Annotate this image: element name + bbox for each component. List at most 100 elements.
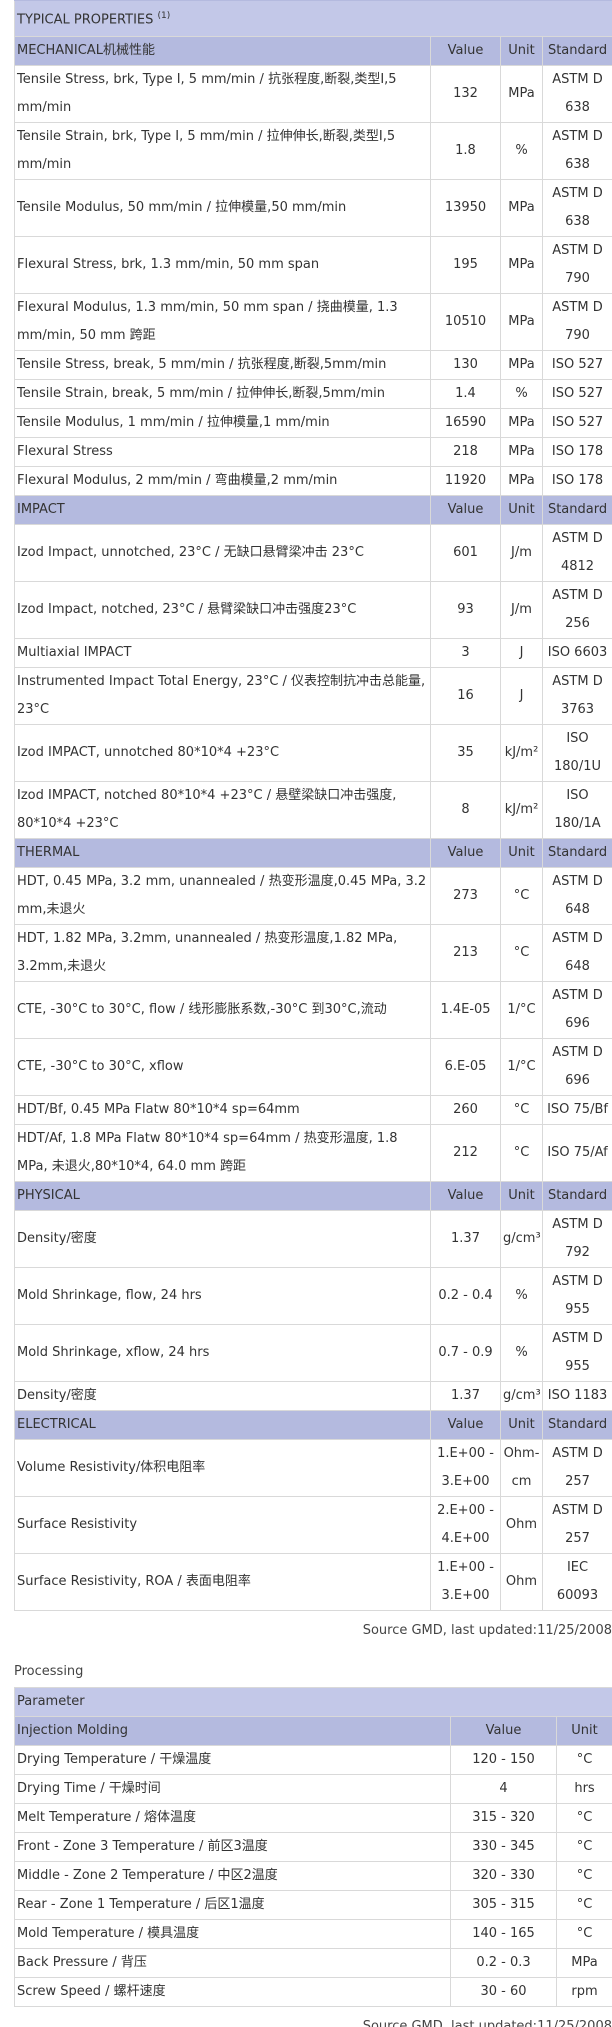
property-value: 8: [430, 781, 501, 839]
section-name: PHYSICAL: [14, 1181, 431, 1211]
property-unit: Ohm-cm: [500, 1439, 543, 1497]
property-unit: Ohm: [500, 1553, 543, 1611]
property-standard: ASTM D 790: [541, 293, 612, 351]
property-value: 16: [430, 667, 501, 725]
property-name: Surface Resistivity: [14, 1496, 431, 1554]
property-row: CTE, -30°C to 30°C, xflow 6.E-05 1/°C ASTM …: [14, 1038, 612, 1096]
property-name: Density/密度: [14, 1210, 431, 1268]
property-name: Density/密度: [14, 1381, 431, 1411]
parameter-name: Drying Time / 干燥时间: [14, 1774, 451, 1804]
property-unit: J: [500, 638, 543, 668]
property-row: Tensile Strain, brk, Type I, 5 mm/min / …: [14, 122, 612, 180]
processing-heading: Processing: [14, 1664, 84, 1679]
property-row: Density/密度 1.37 g/cm³ ASTM D 792: [14, 1210, 612, 1268]
property-standard: ISO 180/1A: [541, 781, 612, 839]
parameter-name: Screw Speed / 螺杆速度: [14, 1977, 451, 2007]
parameter-value: 120 - 150: [450, 1745, 557, 1775]
property-value: 218: [430, 437, 501, 467]
property-standard: ASTM D 3763: [541, 667, 612, 725]
property-unit: MPa: [500, 179, 543, 237]
parameter-unit: °C: [555, 1919, 612, 1949]
property-standard: ASTM D 648: [541, 924, 612, 982]
property-row: Volume Resistivity/体积电阻率 1.E+00 - 3.E+00 O…: [14, 1439, 612, 1497]
property-unit: kJ/m²: [500, 781, 543, 839]
property-standard: ISO 178: [541, 437, 612, 467]
property-standard: ISO 1183: [541, 1381, 612, 1411]
property-name: Tensile Strain, brk, Type I, 5 mm/min / …: [14, 122, 431, 180]
value-header: Value: [430, 495, 501, 525]
property-value: 0.7 - 0.9: [430, 1324, 501, 1382]
property-row: Tensile Strain, break, 5 mm/min / 拉伸伸长,断…: [14, 379, 612, 409]
property-value: 130: [430, 350, 501, 380]
property-value: 93: [430, 581, 501, 639]
property-standard: ASTM D 790: [541, 236, 612, 294]
section-header: THERMAL Value Unit Standard: [14, 838, 612, 868]
property-name: Izod Impact, notched, 23°C / 悬臂梁缺口冲击强度23…: [14, 581, 431, 639]
property-row: Flexural Stress 218 MPa ISO 178: [14, 437, 612, 467]
property-unit: %: [500, 379, 543, 409]
processing-row: Back Pressure / 背压 0.2 - 0.3 MPa: [14, 1948, 612, 1978]
property-name: Tensile Stress, brk, Type I, 5 mm/min / …: [14, 65, 431, 123]
property-row: Izod Impact, notched, 23°C / 悬臂梁缺口冲击强度23…: [14, 581, 612, 639]
section-name: ELECTRICAL: [14, 1410, 431, 1440]
properties-source: Source GMD, last updated:11/25/2008: [362, 1623, 612, 1638]
property-name: Izod IMPACT, unnotched 80*10*4 +23°C: [14, 724, 431, 782]
property-unit: %: [500, 122, 543, 180]
parameter-value: 4: [450, 1774, 557, 1804]
property-name: Izod Impact, unnotched, 23°C / 无缺口悬臂梁冲击 …: [14, 524, 431, 582]
property-standard: ASTM D 256: [541, 581, 612, 639]
processing-row: Melt Temperature / 熔体温度 315 - 320 °C: [14, 1803, 612, 1833]
property-standard: ASTM D 955: [541, 1324, 612, 1382]
property-row: Izod Impact, unnotched, 23°C / 无缺口悬臂梁冲击 …: [14, 524, 612, 582]
parameter-value: 30 - 60: [450, 1977, 557, 2007]
property-value: 0.2 - 0.4: [430, 1267, 501, 1325]
processing-row: Screw Speed / 螺杆速度 30 - 60 rpm: [14, 1977, 612, 2007]
property-unit: J: [500, 667, 543, 725]
property-name: Mold Shrinkage, flow, 24 hrs: [14, 1267, 431, 1325]
standard-header: Standard: [541, 1410, 612, 1440]
property-row: Flexural Modulus, 1.3 mm/min, 50 mm span…: [14, 293, 612, 351]
parameter-name: Melt Temperature / 熔体温度: [14, 1803, 451, 1833]
parameter-value: 320 - 330: [450, 1861, 557, 1891]
property-unit: MPa: [500, 437, 543, 467]
property-value: 1.E+00 - 3.E+00: [430, 1439, 501, 1497]
parameter-name: Drying Temperature / 干燥温度: [14, 1745, 451, 1775]
section-name: THERMAL: [14, 838, 431, 868]
property-standard: ASTM D 955: [541, 1267, 612, 1325]
property-standard: ISO 6603: [541, 638, 612, 668]
property-row: Instrumented Impact Total Energy, 23°C /…: [14, 667, 612, 725]
value-header: Value: [430, 36, 501, 66]
property-standard: ISO 75/Bf: [541, 1095, 612, 1125]
property-value: 13950: [430, 179, 501, 237]
property-row: Izod IMPACT, notched 80*10*4 +23°C / 悬壁梁…: [14, 781, 612, 839]
unit-header: Unit: [500, 495, 543, 525]
properties-title: TYPICAL PROPERTIES (1): [13, 0, 612, 37]
section-name: IMPACT: [14, 495, 431, 525]
property-standard: ASTM D 638: [541, 65, 612, 123]
property-unit: %: [500, 1324, 543, 1382]
property-row: Surface Resistivity 2.E+00 - 4.E+00 Ohm AST…: [14, 1496, 612, 1554]
processing-table: Parameter Injection Molding Value Unit D…: [13, 1687, 612, 2007]
property-row: Multiaxial IMPACT 3 J ISO 6603: [14, 638, 612, 668]
property-unit: MPa: [500, 408, 543, 438]
parameter-value: 140 - 165: [450, 1919, 557, 1949]
property-value: 1.4: [430, 379, 501, 409]
value-header: Value: [430, 1181, 501, 1211]
property-value: 195: [430, 236, 501, 294]
property-row: Izod IMPACT, unnotched 80*10*4 +23°C 35 kJ…: [14, 724, 612, 782]
property-row: HDT, 0.45 MPa, 3.2 mm, unannealed / 热变形温…: [14, 867, 612, 925]
parameter-unit: °C: [555, 1861, 612, 1891]
processing-source: Source GMD, last updated:11/25/2008: [362, 2019, 612, 2027]
typical-properties-table: TYPICAL PROPERTIES (1) MECHANICAL机械性能 Val…: [13, 0, 612, 1611]
standard-header: Standard: [541, 1181, 612, 1211]
unit-header: Unit: [500, 1181, 543, 1211]
property-row: Tensile Modulus, 50 mm/min / 拉伸模量,50 mm/…: [14, 179, 612, 237]
parameter-unit: rpm: [555, 1977, 612, 2007]
parameter-unit: °C: [555, 1832, 612, 1862]
section-header: ELECTRICAL Value Unit Standard: [14, 1410, 612, 1440]
parameter-unit: °C: [555, 1745, 612, 1775]
processing-row: Rear - Zone 1 Temperature / 后区1温度 305 - 3…: [14, 1890, 612, 1920]
processing-row: Drying Temperature / 干燥温度 120 - 150 °C: [14, 1745, 612, 1775]
property-name: Tensile Stress, break, 5 mm/min / 抗张程度,断…: [14, 350, 431, 380]
property-value: 1.4E-05: [430, 981, 501, 1039]
